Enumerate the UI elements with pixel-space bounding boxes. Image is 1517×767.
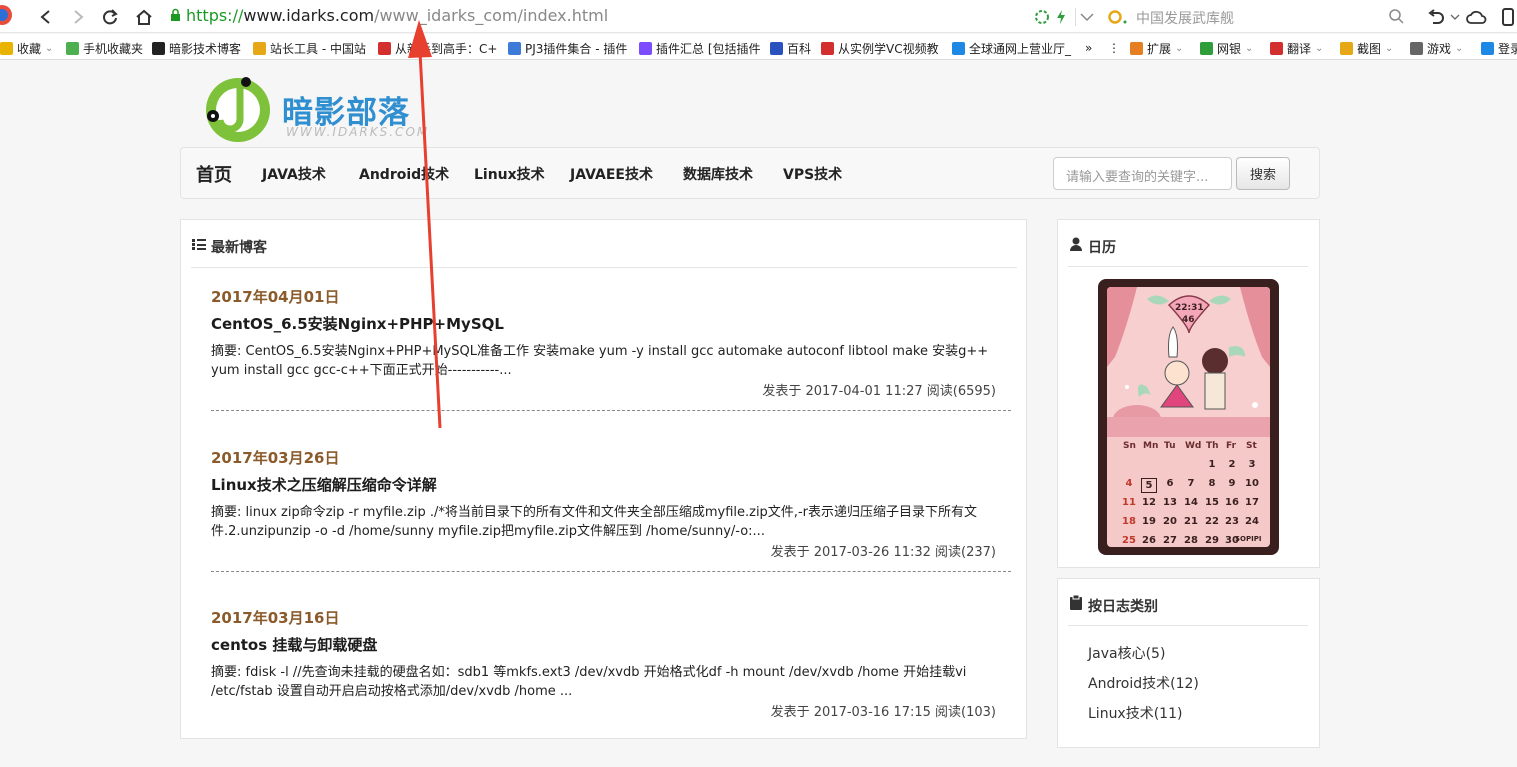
annotation-arrow: [408, 20, 442, 429]
